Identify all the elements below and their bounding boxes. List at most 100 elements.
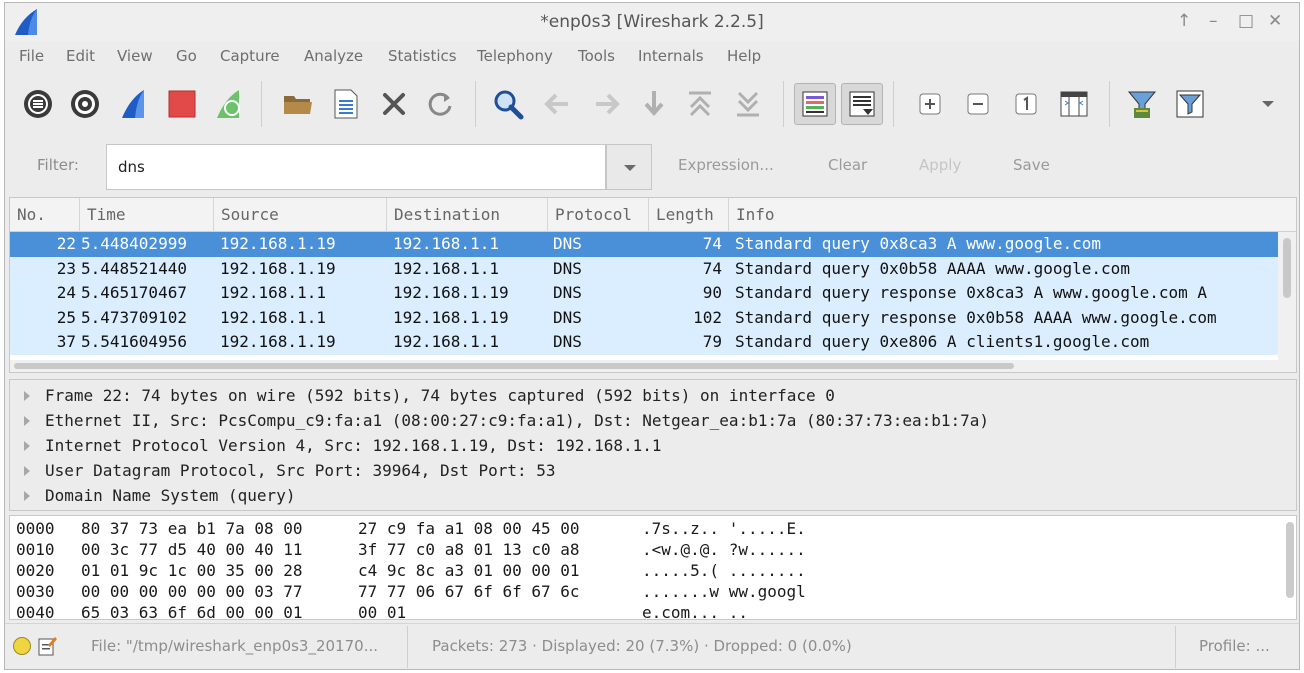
keep-above-button[interactable]: ↑: [1177, 11, 1191, 31]
reload-file-icon[interactable]: [419, 83, 461, 125]
expand-arrow-icon[interactable]: [24, 416, 30, 426]
resize-columns-icon[interactable]: [1053, 83, 1095, 125]
bytes-vertical-scrollbar[interactable]: [1286, 522, 1294, 598]
open-file-icon[interactable]: [277, 83, 319, 125]
cell-protocol: DNS: [553, 332, 582, 351]
detail-dns-row[interactable]: Domain Name System (query): [10, 484, 1296, 508]
detail-frame-row[interactable]: Frame 22: 74 bytes on wire (592 bits), 7…: [10, 384, 1296, 408]
cell-protocol: DNS: [553, 234, 582, 253]
byte-row[interactable]: 0000 80 37 73 ea b1 7a 08 00 27 c9 fa a1…: [16, 519, 806, 539]
byte-row[interactable]: 0010 00 3c 77 d5 40 00 40 11 3f 77 c0 a8…: [16, 540, 806, 560]
menu-help[interactable]: Help: [727, 47, 761, 65]
window-title: *enp0s3 [Wireshark 2.2.5]: [540, 12, 764, 32]
menu-capture[interactable]: Capture: [220, 47, 280, 65]
status-bar: File: "/tmp/wireshark_enp0s3_20170... Pa…: [5, 623, 1299, 669]
restart-capture-icon[interactable]: [208, 83, 250, 125]
byte-row[interactable]: 0020 01 01 9c 1c 00 35 00 28 c4 9c 8c a3…: [16, 561, 806, 581]
save-filter-button[interactable]: Save: [1013, 156, 1050, 174]
detail-udp-row[interactable]: User Datagram Protocol, Src Port: 39964,…: [10, 459, 1296, 483]
cell-source: 192.168.1.1: [220, 307, 326, 327]
cell-time: 5.448402999: [81, 234, 187, 253]
auto-scroll-icon[interactable]: [841, 83, 883, 125]
cell-time: 5.541604956: [81, 332, 187, 351]
cell-protocol: DNS: [553, 307, 582, 327]
clear-filter-button[interactable]: Clear: [828, 156, 867, 174]
expression-button[interactable]: Expression...: [678, 156, 774, 174]
menu-file[interactable]: File: [19, 47, 44, 65]
packet-row[interactable]: 37 5.541604956 192.168.1.19 192.168.1.1 DNS 7…: [10, 330, 1280, 355]
stop-capture-icon[interactable]: [161, 83, 203, 125]
packet-row[interactable]: 24 5.465170467 192.168.1.1 192.168.1.19 DNS 9…: [10, 281, 1280, 306]
interfaces-icon[interactable]: [17, 83, 59, 125]
byte-row[interactable]: 0030 00 00 00 00 00 00 03 77 77 77 06 67…: [16, 582, 806, 602]
expert-info-icon[interactable]: [13, 637, 31, 655]
cell-destination: 192.168.1.19: [393, 283, 509, 302]
packet-row[interactable]: 23 5.448521440 192.168.1.19 192.168.1.1 DNS 7…: [10, 256, 1280, 281]
cell-destination: 192.168.1.1: [393, 258, 499, 278]
capture-comment-icon[interactable]: [37, 635, 57, 657]
maximize-button[interactable]: □: [1238, 11, 1254, 31]
cell-protocol: DNS: [553, 283, 582, 302]
start-capture-icon[interactable]: [113, 83, 155, 125]
cell-time: 5.465170467: [81, 283, 187, 302]
detail-ip-row[interactable]: Internet Protocol Version 4, Src: 192.16…: [10, 434, 1296, 458]
normal-size-icon[interactable]: [1005, 83, 1047, 125]
packet-row[interactable]: 25 5.473709102 192.168.1.1 192.168.1.19 DNS 1…: [10, 305, 1280, 330]
cell-protocol: DNS: [553, 258, 582, 278]
zoom-in-icon[interactable]: [909, 83, 951, 125]
go-first-icon[interactable]: [679, 83, 721, 125]
go-to-packet-icon[interactable]: [633, 83, 675, 125]
title-bar: *enp0s3 [Wireshark 2.2.5] ↑ – □ ✕: [5, 3, 1299, 41]
packet-list-vertical-scrollbar[interactable]: [1278, 232, 1296, 362]
cell-destination: 192.168.1.1: [393, 234, 499, 253]
apply-filter-button[interactable]: Apply: [919, 156, 961, 174]
cell-info: Standard query 0x8ca3 A www.google.com: [735, 234, 1102, 253]
filter-history-dropdown[interactable]: [606, 144, 652, 190]
colorize-icon[interactable]: [794, 83, 836, 125]
cell-destination: 192.168.1.19: [393, 307, 509, 327]
menu-tools[interactable]: Tools: [578, 47, 615, 65]
expand-arrow-icon[interactable]: [24, 441, 30, 451]
go-back-icon[interactable]: [537, 83, 579, 125]
expand-arrow-icon[interactable]: [24, 466, 30, 476]
byte-row[interactable]: 0040 65 03 63 6f 6d 00 00 01 00 01 e.com…: [16, 603, 748, 619]
display-filters-icon[interactable]: [1169, 83, 1211, 125]
menu-internals[interactable]: Internals: [638, 47, 704, 65]
menu-view[interactable]: View: [117, 47, 153, 65]
close-window-button[interactable]: ✕: [1268, 11, 1282, 31]
menu-go[interactable]: Go: [176, 47, 197, 65]
cell-destination: 192.168.1.1: [393, 332, 499, 351]
more-icon[interactable]: [1247, 83, 1289, 125]
profile-status[interactable]: Profile: ...: [1199, 637, 1270, 655]
packet-row[interactable]: 22 5.448402999 192.168.1.19 192.168.1.1 DNS 7…: [10, 232, 1280, 257]
go-forward-icon[interactable]: [585, 83, 627, 125]
menu-statistics[interactable]: Statistics: [388, 47, 457, 65]
minimize-button[interactable]: –: [1209, 11, 1218, 31]
go-last-icon[interactable]: [727, 83, 769, 125]
find-packet-icon[interactable]: [487, 83, 529, 125]
capture-filters-icon[interactable]: [1121, 83, 1163, 125]
menu-edit[interactable]: Edit: [66, 47, 95, 65]
column-destination[interactable]: Destination: [387, 198, 548, 232]
menu-analyze[interactable]: Analyze: [304, 47, 363, 65]
menu-telephony[interactable]: Telephony: [477, 47, 553, 65]
column-time[interactable]: Time: [80, 198, 214, 232]
display-filter-input[interactable]: [106, 144, 606, 190]
column-length[interactable]: Length: [649, 198, 729, 232]
column-no[interactable]: No.: [10, 198, 80, 232]
expand-arrow-icon[interactable]: [24, 391, 30, 401]
packet-list: No. Time Source Destination Protocol Len…: [9, 197, 1297, 373]
wireshark-window: *enp0s3 [Wireshark 2.2.5] ↑ – □ ✕ File E…: [4, 2, 1300, 670]
column-source[interactable]: Source: [214, 198, 387, 232]
save-file-icon[interactable]: [325, 83, 367, 125]
zoom-out-icon[interactable]: [957, 83, 999, 125]
column-protocol[interactable]: Protocol: [548, 198, 649, 232]
expand-arrow-icon[interactable]: [24, 491, 30, 501]
detail-ethernet-row[interactable]: Ethernet II, Src: PcsCompu_c9:fa:a1 (08:…: [10, 409, 1296, 433]
packet-list-horizontal-scrollbar[interactable]: [10, 360, 1296, 372]
column-info[interactable]: Info: [729, 198, 1289, 232]
close-file-icon[interactable]: [373, 83, 415, 125]
main-toolbar: [5, 77, 1299, 133]
capture-options-icon[interactable]: [64, 83, 106, 125]
display-filter-bar: Filter: Expression... Clear Apply Save: [5, 141, 1299, 193]
